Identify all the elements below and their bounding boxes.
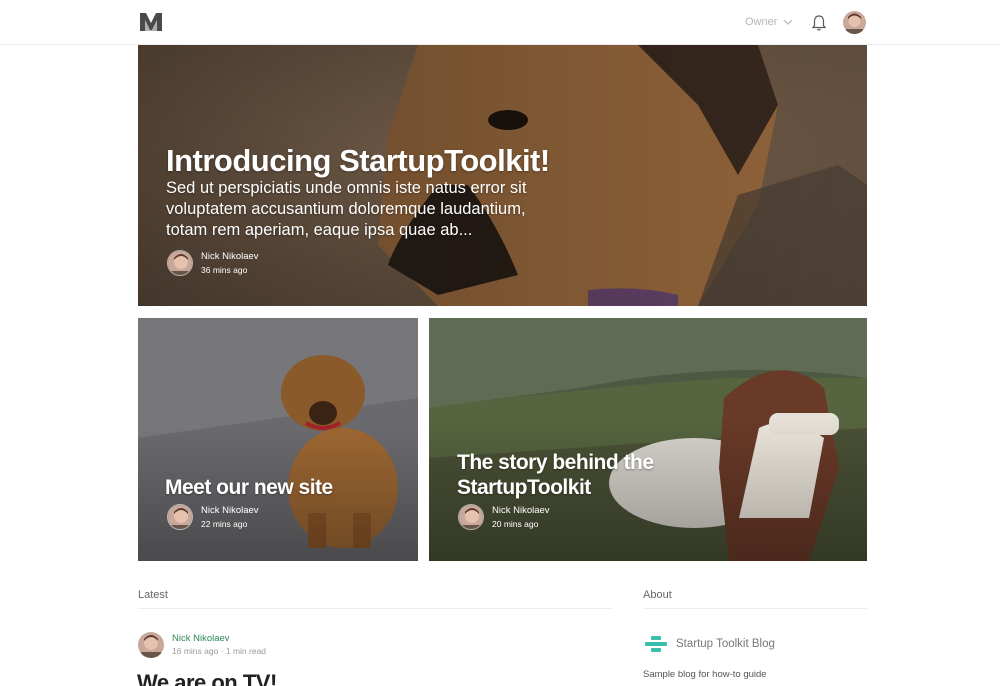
blog-description: Sample blog for how-to guide (643, 669, 767, 680)
author-name[interactable]: Nick Nikolaev (172, 632, 266, 645)
chevron-down-icon (783, 19, 793, 25)
author-name[interactable]: Nick Nikolaev (201, 505, 259, 517)
hero-title[interactable]: Introducing StartupToolkit! (166, 143, 550, 179)
about-divider (643, 608, 867, 609)
author-avatar (167, 504, 193, 530)
author-name[interactable]: Nick Nikolaev (201, 251, 259, 263)
author-name[interactable]: Nick Nikolaev (492, 505, 550, 517)
owner-label: Owner (745, 16, 778, 28)
post-meta: 16 mins ago · 1 min read (172, 646, 267, 656)
card-title[interactable]: The story behind the StartupToolkit (457, 450, 697, 500)
top-bar: Owner (0, 0, 1000, 45)
latest-post-author[interactable]: Nick Nikolaev 16 mins ago · 1 min read (138, 632, 266, 658)
user-avatar[interactable] (843, 11, 866, 34)
owner-dropdown[interactable]: Owner (745, 16, 793, 28)
bell-icon[interactable] (811, 14, 827, 32)
card-author[interactable]: Nick Nikolaev 20 mins ago (458, 504, 550, 530)
latest-divider (138, 608, 612, 609)
featured-post-card[interactable]: Introducing StartupToolkit! Sed ut persp… (138, 45, 867, 306)
post-card[interactable]: Meet our new site Nick Nikolaev 22 mins … (138, 318, 418, 561)
post-time: 20 mins ago (492, 518, 539, 529)
card-author[interactable]: Nick Nikolaev 22 mins ago (167, 504, 259, 530)
post-time: 36 mins ago (201, 264, 248, 275)
hero-author[interactable]: Nick Nikolaev 36 mins ago (167, 250, 259, 276)
blog-name[interactable]: Startup Toolkit Blog (676, 638, 775, 650)
post-card[interactable]: The story behind the StartupToolkit Nick… (429, 318, 867, 561)
author-avatar (167, 250, 193, 276)
hero-excerpt: Sed ut perspiciatis unde omnis iste natu… (166, 179, 527, 239)
medium-logo-icon[interactable] (139, 11, 163, 33)
latest-post-title[interactable]: We are on TV! (137, 670, 277, 686)
author-avatar[interactable] (138, 632, 164, 658)
blog-logo-icon[interactable] (645, 636, 667, 652)
latest-heading: Latest (138, 589, 168, 601)
author-avatar (458, 504, 484, 530)
card-title[interactable]: Meet our new site (165, 476, 333, 500)
about-heading: About (643, 589, 672, 601)
post-time: 22 mins ago (201, 518, 248, 529)
